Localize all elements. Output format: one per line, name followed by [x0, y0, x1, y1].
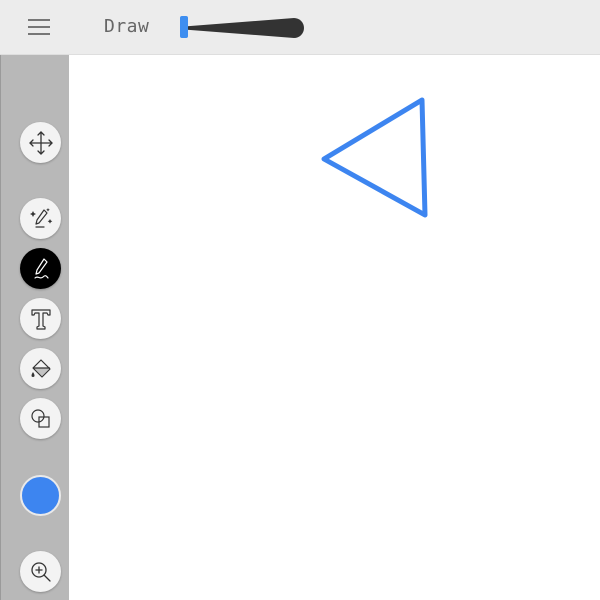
shapes-icon: [30, 408, 50, 428]
move-tool-button[interactable]: [20, 122, 61, 163]
magic-pen-tool-button[interactable]: [20, 198, 61, 239]
slider-handle[interactable]: [180, 16, 188, 38]
drawing-canvas[interactable]: [69, 55, 600, 600]
brush-taper-icon: [180, 16, 304, 38]
drawn-triangle-stroke: [321, 97, 428, 218]
drawing-app: Draw: [0, 0, 600, 600]
brush-size-slider[interactable]: [176, 14, 306, 42]
text-tool-button[interactable]: [20, 298, 61, 339]
paint-bucket-icon: [31, 358, 51, 378]
zoom-in-icon: [30, 561, 51, 582]
color-picker-swatch[interactable]: [20, 475, 61, 516]
magic-pen-icon: [29, 207, 52, 228]
app-title: Draw: [104, 16, 150, 37]
menu-button[interactable]: [18, 14, 60, 42]
move-arrows-icon: [28, 130, 53, 155]
pen-icon: [33, 257, 49, 279]
text-icon: [30, 308, 51, 330]
pen-tool-button[interactable]: [20, 248, 61, 289]
top-bar: Draw: [0, 0, 600, 55]
shapes-tool-button[interactable]: [20, 398, 61, 439]
zoom-button[interactable]: [20, 551, 61, 592]
fill-tool-button[interactable]: [20, 348, 61, 389]
canvas-drawing: [321, 97, 428, 218]
tool-sidebar: [0, 55, 69, 600]
